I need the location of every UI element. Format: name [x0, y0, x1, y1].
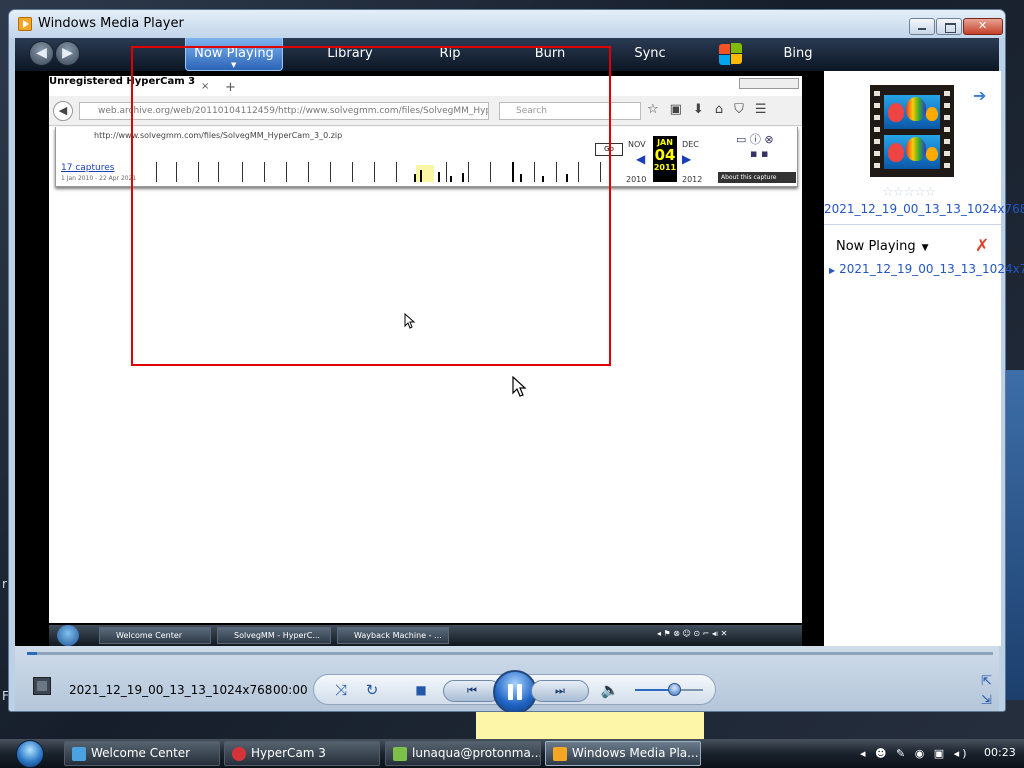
- back-arrow-icon[interactable]: ◀: [29, 41, 54, 66]
- wayback-prev-year: 2010: [626, 175, 647, 184]
- mouse-cursor-icon: [512, 376, 527, 397]
- taskbar-button-label: HyperCam 3: [251, 746, 326, 760]
- desktop-text-fragment: r: [2, 577, 7, 591]
- taskbar-button-label: Windows Media Pla...: [572, 746, 699, 760]
- mail-user-icon: [393, 747, 407, 761]
- captured-window-buttons: [739, 78, 799, 89]
- seek-bar[interactable]: [27, 652, 993, 655]
- tab-bing[interactable]: Bing: [755, 38, 841, 71]
- captured-taskbar-button: Wayback Machine - ...: [337, 627, 449, 644]
- taskbar-button-media-player[interactable]: Windows Media Pla...: [545, 741, 701, 766]
- hypercam-icon: [232, 747, 246, 761]
- elapsed-time: 00:00: [273, 683, 308, 697]
- background-window-fragment: [476, 712, 704, 739]
- wayback-tool-icons: ▭ ⓘ ⊗ ▪ ▪: [736, 133, 774, 160]
- minimize-button[interactable]: [909, 18, 935, 35]
- balloon-image: [884, 95, 940, 129]
- captured-system-tray: ◂ ⚑ ⊗ ☺ ⊙ ⌐ ◂ı ✕: [657, 629, 728, 638]
- tab-sync[interactable]: Sync: [601, 38, 699, 71]
- shuffle-icon[interactable]: ⤨: [331, 681, 351, 699]
- wayback-next-month: DEC: [682, 140, 699, 149]
- chevron-down-icon: ▼: [921, 243, 929, 253]
- rating-stars[interactable]: ☆☆☆☆☆: [882, 185, 936, 200]
- current-media-name: 2021_12_19_00_13_13_1024x768: [69, 683, 273, 697]
- switch-to-library-icon[interactable]: ⇱: [981, 674, 992, 689]
- desktop-window-edge: [1006, 370, 1024, 700]
- full-screen-icon[interactable]: ⇲: [981, 693, 992, 708]
- seek-progress: [27, 652, 37, 655]
- taskbar-button-hypercam[interactable]: HyperCam 3: [224, 741, 380, 766]
- media-title[interactable]: 2021_12_19_00_13_13_1024x768: [824, 202, 1024, 216]
- wayback-current-date: JAN 04 2011: [653, 136, 677, 182]
- playback-controls: 2021_12_19_00_13_13_1024x768 00:00 ⤨ ↻ ■…: [15, 646, 999, 714]
- wayback-cur-day: 04: [654, 146, 676, 164]
- captured-back-icon: ◀: [53, 101, 73, 121]
- captured-taskbar-button: Welcome Center: [99, 627, 211, 644]
- divider: [824, 224, 1001, 225]
- maximize-button[interactable]: [936, 18, 962, 35]
- captured-taskbar-button: SolvegMM - HyperC...: [217, 627, 331, 644]
- captured-toolbar-icons: ☆▣⬇⌂⛉☰: [647, 102, 778, 117]
- volume-knob[interactable]: [668, 683, 681, 696]
- captured-taskbar: Welcome Center SolvegMM - HyperC... Wayb…: [49, 625, 802, 646]
- clear-list-icon[interactable]: ✗: [975, 236, 989, 256]
- title-bar[interactable]: Windows Media Player: [9, 10, 1005, 38]
- red-annotation-box: [131, 46, 611, 366]
- repeat-icon[interactable]: ↻: [362, 681, 382, 699]
- wayback-cur-year: 2011: [653, 163, 677, 172]
- playlist-item[interactable]: ▶ 2021_12_19_00_13_13_1024x768: [829, 262, 1024, 276]
- wayback-next-year: 2012: [682, 175, 703, 184]
- now-playing-dropdown[interactable]: Now Playing ▼: [836, 239, 929, 254]
- taskbar-button-label: lunaqua@protonma...: [412, 746, 541, 760]
- wayback-prev-arrow-icon: ◀: [636, 152, 646, 166]
- album-art-thumbnail[interactable]: [870, 85, 954, 177]
- mute-icon[interactable]: 🔈: [599, 681, 621, 699]
- clock[interactable]: 00:23: [984, 746, 1016, 759]
- captured-start-orb-icon: [57, 625, 79, 646]
- playlist-item-label: 2021_12_19_00_13_13_1024x768: [839, 262, 1024, 276]
- wayback-captures-link: 17 captures: [61, 163, 115, 173]
- wayback-about-capture: About this capture: [718, 172, 796, 183]
- window-title: Windows Media Player: [38, 16, 184, 31]
- windows-logo-icon: [718, 43, 744, 66]
- taskbar-button-welcome-center[interactable]: Welcome Center: [64, 741, 220, 766]
- windows-orb-icon: [16, 740, 44, 768]
- now-playing-label: Now Playing: [836, 239, 916, 254]
- taskbar-button-email[interactable]: lunaqua@protonma...: [385, 741, 541, 766]
- taskbar: Welcome Center HyperCam 3 lunaqua@proton…: [0, 739, 1024, 768]
- list-pane: ➔ ☆☆☆☆☆ 2021_12_19_00_13_13_1024x768 Now…: [824, 71, 1024, 646]
- wayback-date-range: 1 Jan 2010 - 22 Apr 2021: [61, 175, 137, 182]
- media-player-icon: [553, 747, 567, 761]
- wayback-next-arrow-icon: ▶: [682, 152, 692, 166]
- arrow-right-icon[interactable]: ➔: [973, 86, 986, 105]
- close-button[interactable]: [963, 18, 1003, 35]
- taskbar-button-label: Welcome Center: [91, 746, 191, 760]
- playing-indicator-icon: ▶: [829, 266, 836, 275]
- video-file-icon: [33, 677, 51, 695]
- balloon-image: [884, 135, 940, 169]
- wayback-prev-month: NOV: [628, 140, 646, 149]
- system-tray-icons[interactable]: ◂ ☻ ✎ ◉ ▣ ◂): [860, 747, 970, 760]
- start-button[interactable]: [10, 739, 50, 768]
- stop-icon[interactable]: ■: [413, 681, 429, 699]
- forward-arrow-icon[interactable]: ▶: [55, 41, 80, 66]
- next-button[interactable]: ⏭: [531, 680, 589, 702]
- media-player-icon: [18, 17, 32, 31]
- welcome-center-icon: [72, 747, 86, 761]
